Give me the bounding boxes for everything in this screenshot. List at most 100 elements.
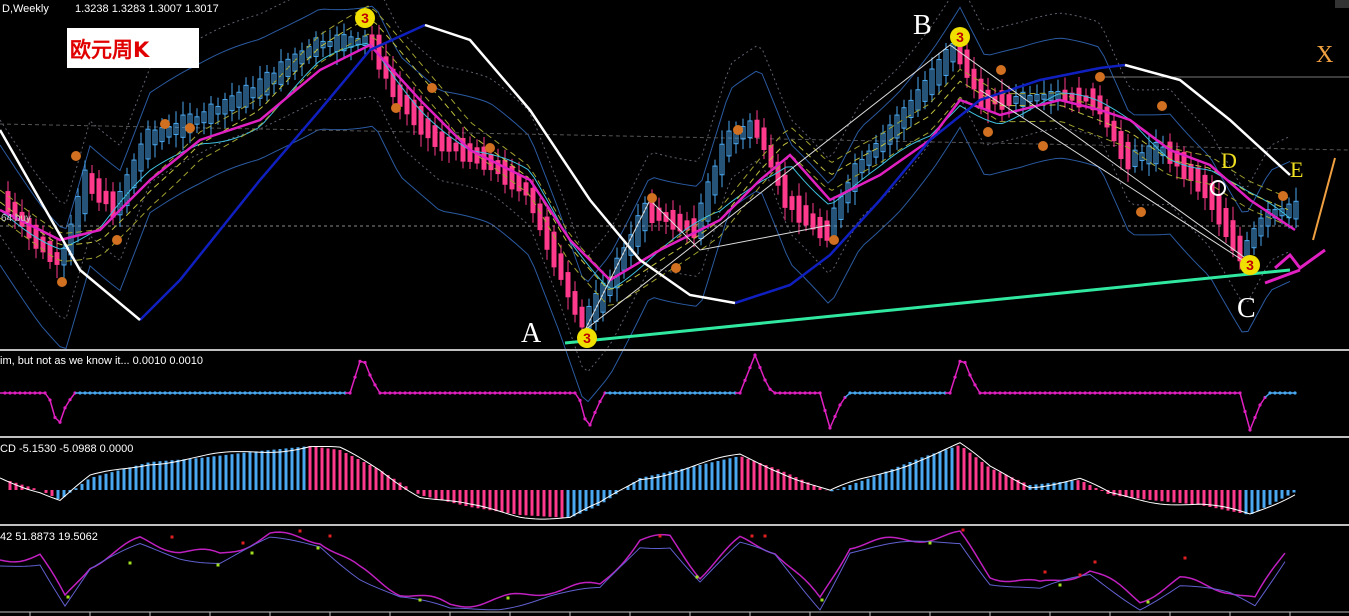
stoch-green-dot xyxy=(128,561,132,565)
fractal-marker xyxy=(57,277,67,287)
stoch-red-dot xyxy=(298,529,302,533)
fractal-marker xyxy=(185,123,195,133)
candle-body xyxy=(439,131,445,152)
fractal-marker xyxy=(647,193,657,203)
fractal-marker xyxy=(1278,191,1288,201)
fractal-marker xyxy=(996,65,1006,75)
candle-body xyxy=(1223,208,1229,237)
stoch-red-dot xyxy=(658,534,662,538)
fractal-marker xyxy=(983,127,993,137)
candle-body xyxy=(565,272,571,298)
ohlc-readout: 1.3238 1.3283 1.3007 1.3017 xyxy=(75,3,219,15)
panel-header-macd: CD -5.1530 -5.0988 0.0000 xyxy=(0,443,134,455)
signal-dot xyxy=(1293,391,1297,395)
stoch-green-dot xyxy=(506,596,510,600)
panel-header-signal: im, but not as we know it... 0.0010 0.00… xyxy=(0,355,204,367)
fractal-marker xyxy=(829,235,839,245)
wave-three-label: 3 xyxy=(361,10,369,26)
stoch-main-line xyxy=(0,530,1286,608)
candle-body xyxy=(971,68,977,90)
chart-title: 欧元周K xyxy=(70,38,150,62)
fractal-marker xyxy=(733,125,743,135)
stoch-green-dot xyxy=(418,598,422,602)
candle-body xyxy=(446,136,452,152)
signal-step xyxy=(954,361,961,378)
signal-step xyxy=(759,367,766,381)
candle-body xyxy=(1006,94,1012,106)
fractal-marker xyxy=(1157,101,1167,111)
candle-body xyxy=(425,118,431,139)
pink-tick xyxy=(1274,248,1326,271)
candle-body xyxy=(1216,194,1222,225)
stoch-signal-line xyxy=(0,536,1286,611)
wave-label-d: D xyxy=(1221,148,1237,173)
wave-line xyxy=(584,44,1256,331)
buy-line-label: 64 buy xyxy=(1,213,32,224)
stoch-green-dot xyxy=(316,546,320,550)
signal-step xyxy=(969,374,976,386)
stoch-red-dot xyxy=(241,541,245,545)
signal-step xyxy=(739,380,746,394)
wave-three-label: 3 xyxy=(956,29,964,45)
panel-header-stoch: 42 51.8873 19.5062 xyxy=(0,531,98,543)
candle-body xyxy=(789,196,795,210)
stoch-green-dot xyxy=(216,563,220,567)
fractal-marker xyxy=(1136,207,1146,217)
trend-line xyxy=(564,268,1291,345)
candle-body xyxy=(761,127,767,151)
candle-body xyxy=(89,173,95,194)
wave-label-b: B xyxy=(913,10,932,41)
stoch-red-dot xyxy=(750,534,754,538)
fractal-marker xyxy=(1095,72,1105,82)
symbol-period: D,Weekly xyxy=(2,3,49,15)
fractal-marker xyxy=(1038,141,1048,151)
signal-step xyxy=(594,401,601,413)
fractal-marker xyxy=(671,263,681,273)
candle-body xyxy=(579,306,585,328)
bollinger-bands xyxy=(0,0,1349,403)
stoch-green-dot xyxy=(695,575,699,579)
candle-body xyxy=(453,142,459,152)
signal-step xyxy=(59,407,66,423)
stoch-red-dot xyxy=(170,535,174,539)
fractal-marker xyxy=(71,151,81,161)
wave-label-x: X xyxy=(1316,42,1334,68)
fractal-marker xyxy=(485,143,495,153)
wave-three-label: 3 xyxy=(1246,257,1254,273)
fractal-marker xyxy=(112,235,122,245)
stoch-green-dot xyxy=(250,551,254,555)
candle-body xyxy=(1202,174,1208,199)
panel-dividers xyxy=(0,0,1349,616)
signal-step xyxy=(749,354,756,368)
stoch-green-dot xyxy=(820,598,824,602)
wave-label-a: A xyxy=(521,318,542,349)
macd-panel xyxy=(0,442,1296,520)
candle-body xyxy=(404,94,410,115)
chart-title-box: 欧元周K xyxy=(67,28,199,68)
candle-body xyxy=(1230,220,1236,251)
candle-body xyxy=(810,213,816,230)
stoch-green-dot xyxy=(1058,583,1062,587)
candle-body xyxy=(824,220,830,241)
candle-body xyxy=(502,159,508,185)
signal-step xyxy=(49,399,56,418)
candle-body xyxy=(985,89,991,111)
signal-step xyxy=(354,361,361,378)
candle-body xyxy=(467,143,473,162)
stoch-red-dot xyxy=(1183,556,1187,560)
signal-step xyxy=(819,392,826,411)
candle-body xyxy=(558,253,564,280)
candle-body xyxy=(537,203,543,231)
signal-step xyxy=(1244,411,1251,431)
signal-step xyxy=(964,362,971,376)
chart-canvas: 3 3 3 3 xyxy=(0,0,1349,616)
wave-label-c: C xyxy=(1237,293,1256,324)
candle-body xyxy=(103,190,109,205)
stoch-red-dot xyxy=(763,534,767,538)
stoch-green-dot xyxy=(66,595,70,599)
signal-step xyxy=(1254,404,1261,418)
candle-body xyxy=(96,178,102,203)
fractal-marker xyxy=(391,103,401,113)
signal-step xyxy=(949,376,956,394)
candle-body xyxy=(516,174,522,192)
